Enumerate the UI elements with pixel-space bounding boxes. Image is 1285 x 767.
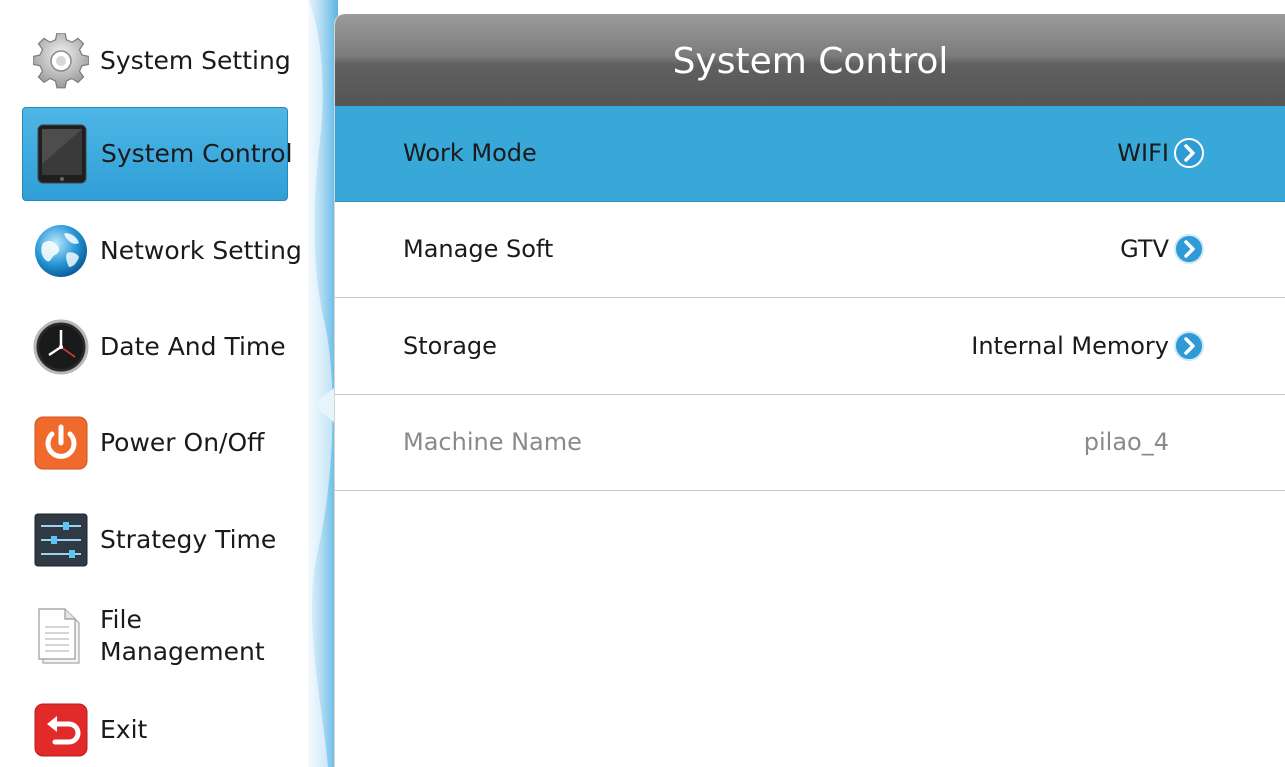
sidebar-item-label: Power On/Off [100,428,265,457]
panel-header: System Control [335,14,1285,106]
sliders-icon [32,511,90,569]
row-label: Work Mode [403,139,537,167]
sidebar-item-power-on-off[interactable]: Power On/Off [22,396,288,490]
sidebar-item-label: Date And Time [100,332,286,361]
sidebar-item-date-and-time[interactable]: Date And Time [22,300,288,394]
row-manage-soft[interactable]: Manage Soft GTV [335,202,1285,298]
row-value: GTV [1120,235,1169,263]
row-label: Storage [403,332,497,360]
row-machine-name: Machine Name pilao_4 [335,395,1285,491]
tablet-icon [33,124,91,184]
clock-icon [32,318,90,376]
row-value: pilao_4 [1083,428,1169,456]
sidebar-item-network-setting[interactable]: Network Setting [22,204,302,298]
sidebar-item-system-setting[interactable]: System Setting [22,14,291,108]
power-icon [32,414,90,472]
row-work-mode[interactable]: Work Mode WIFI [335,106,1285,202]
app-window: System Setting System Control Network Se… [0,0,1285,767]
chevron-right-icon[interactable] [1174,234,1204,264]
chevron-right-icon[interactable] [1174,138,1204,168]
row-value: Internal Memory [971,332,1169,360]
gear-icon [32,32,90,90]
sidebar-item-label: Network Setting [100,236,302,265]
exit-icon [32,701,90,759]
page-title: System Control [672,41,949,82]
sidebar-item-strategy-time[interactable]: Strategy Time [22,493,288,587]
sidebar-item-file-management[interactable]: File Management [22,589,288,683]
chevron-right-icon[interactable] [1174,331,1204,361]
sidebar-item-label: Exit [100,715,148,744]
globe-icon [32,222,90,280]
sidebar: System Setting System Control Network Se… [0,0,302,767]
document-icon [32,607,90,665]
sidebar-divider-ribbon [300,0,338,767]
sidebar-item-exit[interactable]: Exit [22,683,288,767]
sidebar-item-label: Strategy Time [100,525,277,554]
sidebar-item-label: File Management [100,605,265,666]
sidebar-item-label: System Control [101,139,293,168]
sidebar-item-label: System Setting [100,46,291,75]
row-storage[interactable]: Storage Internal Memory [335,299,1285,395]
row-label: Manage Soft [403,235,554,263]
main-panel: System Control Work Mode WIFI Manage Sof… [334,14,1285,767]
row-label: Machine Name [403,428,582,456]
row-value: WIFI [1117,139,1169,167]
sidebar-item-system-control[interactable]: System Control [22,107,293,201]
